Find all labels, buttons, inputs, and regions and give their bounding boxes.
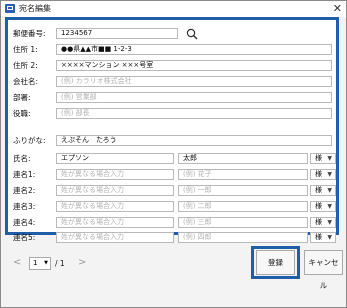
joint-honorific-select[interactable]: 様 ▼ — [310, 217, 336, 228]
joint-last-name-input[interactable]: 姓が異なる場合入力 — [56, 185, 174, 196]
register-button[interactable]: 登録 — [256, 250, 295, 275]
window-title: 宛名編集 — [19, 4, 51, 13]
title-bar: 宛名編集 ✕ — [1, 1, 346, 17]
next-page-button[interactable]: > — [78, 257, 86, 268]
chevron-down-icon: ▼ — [327, 219, 332, 226]
joint-first-name-input[interactable]: (例) 一郎 — [178, 185, 308, 196]
department-input[interactable]: (例) 営業部 — [56, 92, 332, 103]
name-label: 氏名: — [13, 154, 31, 163]
joint-honorific-select[interactable]: 様 ▼ — [310, 201, 336, 212]
joint-honorific-value: 様 — [315, 218, 322, 226]
joint-last-name-input[interactable]: 姓が異なる場合入力 — [56, 217, 174, 228]
furigana-label: ふりがな: — [13, 136, 46, 145]
joint-first-name-input[interactable]: (例) 四郎 — [178, 232, 308, 243]
honorific-value: 様 — [315, 154, 322, 162]
joint-honorific-value: 様 — [315, 170, 322, 178]
joint-first-name-input[interactable]: (例) 三郎 — [178, 217, 308, 228]
position-label: 役職: — [13, 109, 31, 118]
chevron-down-icon: ▼ — [327, 187, 332, 194]
joint-name-label: 連名5: — [13, 233, 36, 242]
chevron-down-icon: ▼ — [327, 171, 332, 178]
position-input[interactable]: (例) 部長 — [56, 108, 332, 119]
chevron-down-icon: ▼ — [327, 155, 332, 162]
chevron-down-icon: ▼ — [327, 234, 332, 241]
app-icon — [5, 4, 15, 13]
postal-input[interactable]: 1234567 — [56, 28, 178, 39]
furigana-input[interactable]: えぷそん たろう — [56, 135, 332, 146]
joint-name-label: 連名2: — [13, 186, 36, 195]
joint-name-label: 連名4: — [13, 218, 36, 227]
joint-last-name-input[interactable]: 姓が異なる場合入力 — [56, 201, 174, 212]
joint-honorific-value: 様 — [315, 233, 322, 241]
postal-label: 郵便番号: — [13, 29, 46, 38]
address-form: 郵便番号: 1234567 住所 1: ●●県▲▲市■■ 1-2-3 住所 2:… — [5, 17, 339, 243]
joint-name-label: 連名3: — [13, 202, 36, 211]
address1-input[interactable]: ●●県▲▲市■■ 1-2-3 — [56, 44, 332, 55]
joint-honorific-select[interactable]: 様 ▼ — [310, 185, 336, 196]
address2-input[interactable]: ××××マンション ×××号室 — [56, 60, 332, 71]
honorific-select[interactable]: 様 ▼ — [310, 153, 336, 164]
page-select-value: 1 — [33, 259, 38, 267]
address1-label: 住所 1: — [13, 45, 38, 54]
joint-honorific-value: 様 — [315, 202, 322, 210]
chevron-down-icon: ▼ — [44, 260, 48, 266]
joint-first-name-input[interactable]: (例) 花子 — [178, 169, 308, 180]
search-icon[interactable] — [186, 28, 198, 40]
joint-honorific-value: 様 — [315, 186, 322, 194]
last-name-input[interactable]: エプソン — [56, 153, 174, 164]
page-total: / 1 — [55, 259, 65, 268]
address2-label: 住所 2: — [13, 61, 38, 70]
company-input[interactable]: (例) カラリオ株式会社 — [56, 76, 332, 87]
company-label: 会社名: — [13, 77, 39, 86]
prev-page-button[interactable]: < — [13, 257, 21, 268]
joint-last-name-input[interactable]: 姓が異なる場合入力 — [56, 232, 174, 243]
joint-last-name-input[interactable]: 姓が異なる場合入力 — [56, 169, 174, 180]
joint-honorific-select[interactable]: 様 ▼ — [310, 232, 336, 243]
page-select[interactable]: 1 ▼ — [29, 257, 51, 270]
joint-honorific-select[interactable]: 様 ▼ — [310, 169, 336, 180]
joint-name-label: 連名1: — [13, 170, 36, 179]
address-edit-window: 宛名編集 ✕ 郵便番号: 1234567 住所 1: ●●県▲▲市■■ 1-2-… — [0, 0, 347, 308]
close-icon[interactable]: ✕ — [333, 2, 342, 15]
joint-first-name-input[interactable]: (例) 二郎 — [178, 201, 308, 212]
first-name-input[interactable]: 太郎 — [178, 153, 308, 164]
department-label: 部署: — [13, 93, 31, 102]
cancel-button[interactable]: キャンセル — [304, 250, 343, 290]
chevron-down-icon: ▼ — [327, 203, 332, 210]
